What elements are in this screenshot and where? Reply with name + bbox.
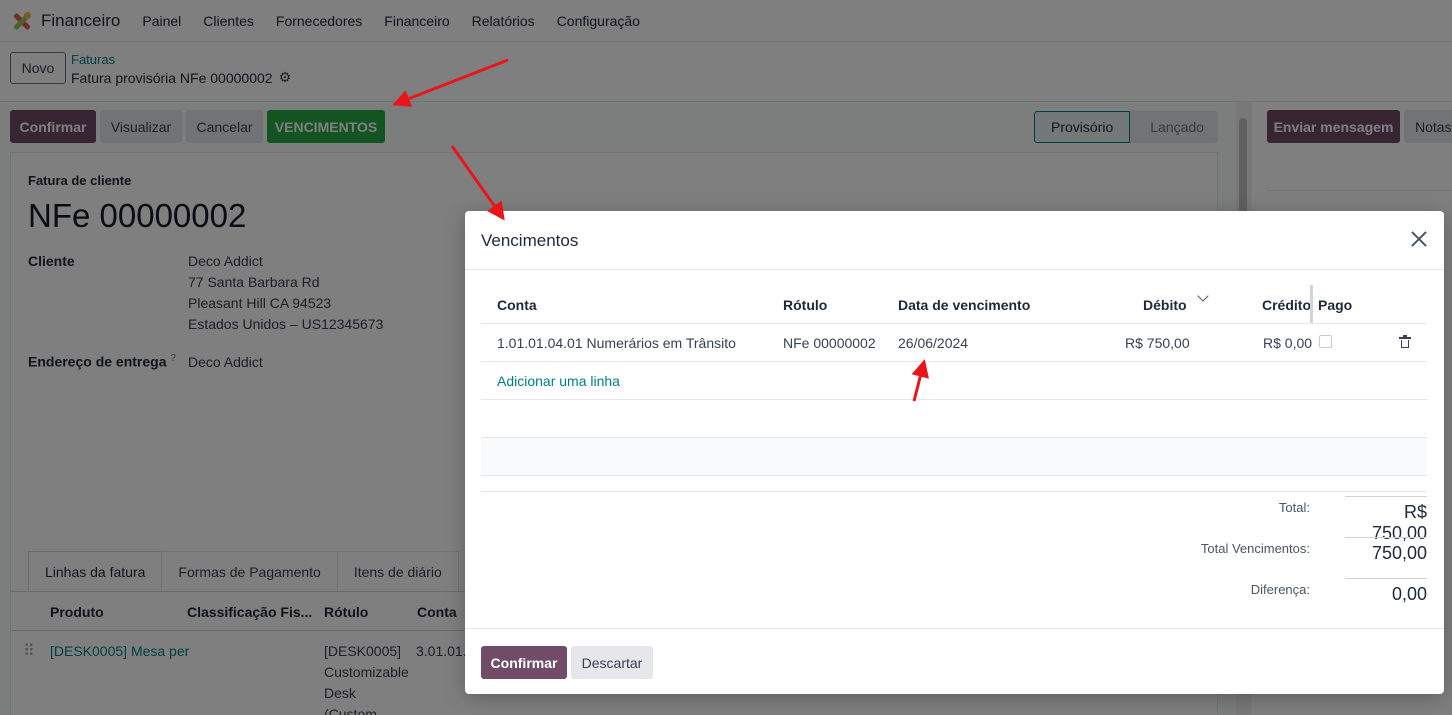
column-resize-handle[interactable] <box>1310 285 1313 323</box>
dialog-header: Vencimentos <box>465 211 1444 270</box>
empty-row <box>481 438 1427 476</box>
due-dates-table-header: Conta Rótulo Data de vencimento Débito C… <box>481 285 1427 324</box>
dialog-discard-button[interactable]: Descartar <box>571 646 653 679</box>
difference-label: Diferença: <box>1250 582 1310 597</box>
column-label[interactable]: Rótulo <box>783 297 827 313</box>
row-due-date[interactable]: 26/06/2024 <box>898 335 968 351</box>
trash-icon[interactable] <box>1399 335 1411 348</box>
dialog-title: Vencimentos <box>481 231 579 250</box>
close-icon[interactable] <box>1408 228 1430 250</box>
add-line-row: Adicionar uma linha <box>481 362 1427 400</box>
totals-divider <box>481 491 1427 492</box>
row-account[interactable]: 1.01.01.04.01 Numerários em Trânsito <box>497 335 736 351</box>
due-total-label: Total Vencimentos: <box>1200 541 1310 556</box>
column-due-date[interactable]: Data de vencimento <box>898 297 1030 313</box>
row-debit[interactable]: R$ 750,00 <box>1125 335 1190 351</box>
paid-checkbox[interactable] <box>1319 335 1332 348</box>
chevron-down-icon[interactable] <box>1197 290 1209 302</box>
total-label: Total: <box>1278 500 1310 515</box>
column-account[interactable]: Conta <box>497 297 537 313</box>
row-credit[interactable]: R$ 0,00 <box>1263 335 1312 351</box>
due-dates-dialog: Vencimentos Conta Rótulo Data de vencime… <box>465 211 1444 694</box>
column-debit[interactable]: Débito <box>1143 297 1187 313</box>
row-label[interactable]: NFe 00000002 <box>783 335 876 351</box>
dialog-confirm-button[interactable]: Confirmar <box>481 646 567 679</box>
table-row[interactable]: 1.01.01.04.01 Numerários em Trânsito NFe… <box>481 324 1427 362</box>
dialog-footer: Confirmar Descartar <box>465 628 1444 694</box>
column-credit[interactable]: Crédito <box>1262 297 1311 313</box>
column-paid[interactable]: Pago <box>1318 297 1352 313</box>
empty-row <box>481 400 1427 438</box>
due-total-value: 750,00 <box>1345 537 1427 564</box>
add-line-link[interactable]: Adicionar uma linha <box>497 373 620 389</box>
difference-value: 0,00 <box>1345 578 1427 605</box>
